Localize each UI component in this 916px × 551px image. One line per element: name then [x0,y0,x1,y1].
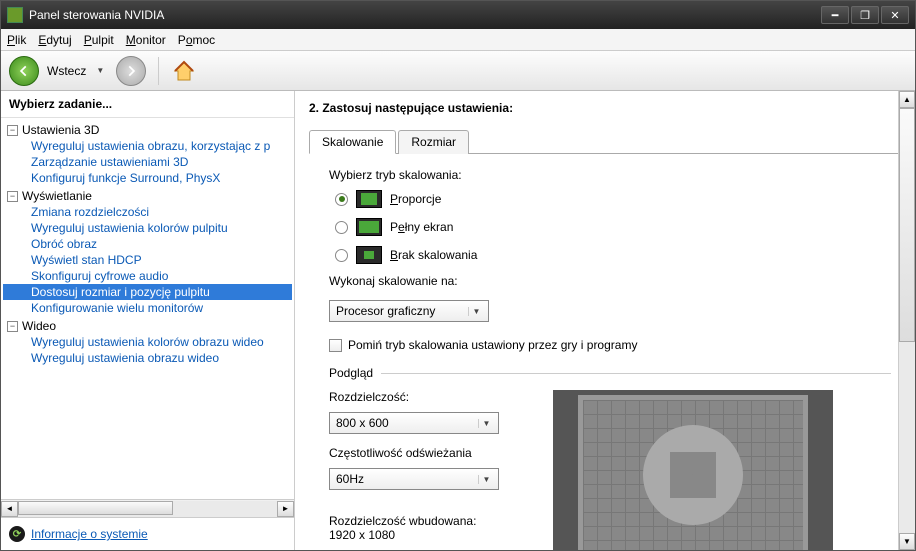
refresh-value: 60Hz [336,472,478,486]
scroll-down-icon[interactable]: ▼ [899,533,915,550]
tree-item[interactable]: Konfiguruj funkcje Surround, PhysX [3,170,292,186]
scaling-mode-label: Wybierz tryb skalowania: [329,168,891,182]
chevron-down-icon: ▼ [478,419,494,428]
menu-edit[interactable]: Edytuj [38,33,71,47]
section-title: 2. Zastosuj następujące ustawienia: [309,101,901,115]
tree-item[interactable]: Obróć obraz [3,236,292,252]
toolbar-divider [158,57,159,85]
titlebar[interactable]: Panel sterowania NVIDIA ━ ❐ ✕ [1,1,915,29]
scroll-thumb[interactable] [18,501,173,515]
toolbar: Wstecz ▼ [1,51,915,91]
tree-item[interactable]: Wyreguluj ustawienia obrazu wideo [3,350,292,366]
tree-item[interactable]: Wyreguluj ustawienia kolorów obrazu wide… [3,334,292,350]
collapse-icon[interactable]: − [7,125,18,136]
preview-monitor [553,390,833,550]
resolution-value: 800 x 600 [336,416,478,430]
app-icon [7,7,23,23]
chevron-down-icon: ▼ [478,475,494,484]
system-info-link[interactable]: Informacje o systemie [31,527,148,541]
minimize-button[interactable]: ━ [821,6,849,24]
tree-item-selected[interactable]: Dostosuj rozmiar i pozycję pulpitu [3,284,292,300]
radio-fullscreen[interactable] [335,221,348,234]
preview-label: Podgląd [329,366,373,380]
tree-category-display[interactable]: − Wyświetlanie [3,188,292,204]
menu-help[interactable]: Pomoc [178,33,215,47]
override-label[interactable]: Pomiń tryb skalowania ustawiony przez gr… [348,338,637,352]
radio-fullscreen-label[interactable]: Pełny ekran [390,220,453,234]
separator [381,373,891,374]
scroll-right-icon[interactable]: ► [277,501,294,517]
back-button[interactable] [9,56,39,86]
tree-item[interactable]: Wyreguluj ustawienia obrazu, korzystając… [3,138,292,154]
resolution-combo[interactable]: 800 x 600 ▼ [329,412,499,434]
info-icon: ⟳ [9,526,25,542]
noscaling-icon [356,246,382,264]
app-window: Panel sterowania NVIDIA ━ ❐ ✕ Plik Edytu… [0,0,916,551]
native-res-label: Rozdzielczość wbudowana: [329,514,529,528]
forward-button[interactable] [116,56,146,86]
tree-category-3d[interactable]: − Ustawienia 3D [3,122,292,138]
collapse-icon[interactable]: − [7,321,18,332]
scroll-left-icon[interactable]: ◄ [1,501,18,517]
sidebar: Wybierz zadanie... − Ustawienia 3D Wyreg… [1,91,295,550]
resolution-label: Rozdzielczość: [329,390,529,404]
tab-scaling[interactable]: Skalowanie [309,130,396,154]
radio-noscaling[interactable] [335,249,348,262]
sidebar-hscrollbar[interactable]: ◄ ► [1,499,294,517]
override-checkbox[interactable] [329,339,342,352]
tree-item[interactable]: Zmiana rozdzielczości [3,204,292,220]
tab-size[interactable]: Rozmiar [398,130,469,154]
task-header: Wybierz zadanie... [1,91,294,118]
main-panel: 2. Zastosuj następujące ustawienia: Skal… [295,91,915,550]
maximize-button[interactable]: ❐ [851,6,879,24]
back-label[interactable]: Wstecz [47,64,86,78]
scroll-up-icon[interactable]: ▲ [899,91,915,108]
fullscreen-icon [356,218,382,236]
home-button[interactable] [171,58,197,84]
close-button[interactable]: ✕ [881,6,909,24]
menu-desktop[interactable]: Pulpit [84,33,114,47]
back-history-dropdown[interactable]: ▼ [96,66,104,75]
task-tree: − Ustawienia 3D Wyreguluj ustawienia obr… [1,118,294,499]
scroll-thumb[interactable] [899,108,915,342]
perform-on-label: Wykonaj skalowanie na: [329,274,891,288]
perform-on-value: Procesor graficzny [336,304,468,318]
collapse-icon[interactable]: − [7,191,18,202]
menu-file[interactable]: Plik [7,33,26,47]
native-res-value: 1920 x 1080 [329,528,529,542]
window-title: Panel sterowania NVIDIA [29,8,821,22]
tabstrip: Skalowanie Rozmiar [309,129,901,154]
refresh-label: Częstotliwość odświeżania [329,446,529,460]
main-vscrollbar[interactable]: ▲ ▼ [898,91,915,550]
menubar: Plik Edytuj Pulpit Monitor Pomoc [1,29,915,51]
refresh-combo[interactable]: 60Hz ▼ [329,468,499,490]
tree-item[interactable]: Zarządzanie ustawieniami 3D [3,154,292,170]
tree-category-video[interactable]: − Wideo [3,318,292,334]
preview-pattern [578,395,808,550]
tree-item[interactable]: Skonfiguruj cyfrowe audio [3,268,292,284]
system-info-link-row: ⟳ Informacje o systemie [1,517,294,550]
radio-aspect[interactable] [335,193,348,206]
radio-aspect-label[interactable]: Proporcje [390,192,441,206]
radio-noscaling-label[interactable]: Brak skalowania [390,248,477,262]
aspect-icon [356,190,382,208]
menu-monitor[interactable]: Monitor [126,33,166,47]
tree-item[interactable]: Wyreguluj ustawienia kolorów pulpitu [3,220,292,236]
tree-item[interactable]: Wyświetl stan HDCP [3,252,292,268]
perform-on-combo[interactable]: Procesor graficzny ▼ [329,300,489,322]
chevron-down-icon: ▼ [468,307,484,316]
tree-item[interactable]: Konfigurowanie wielu monitorów [3,300,292,316]
